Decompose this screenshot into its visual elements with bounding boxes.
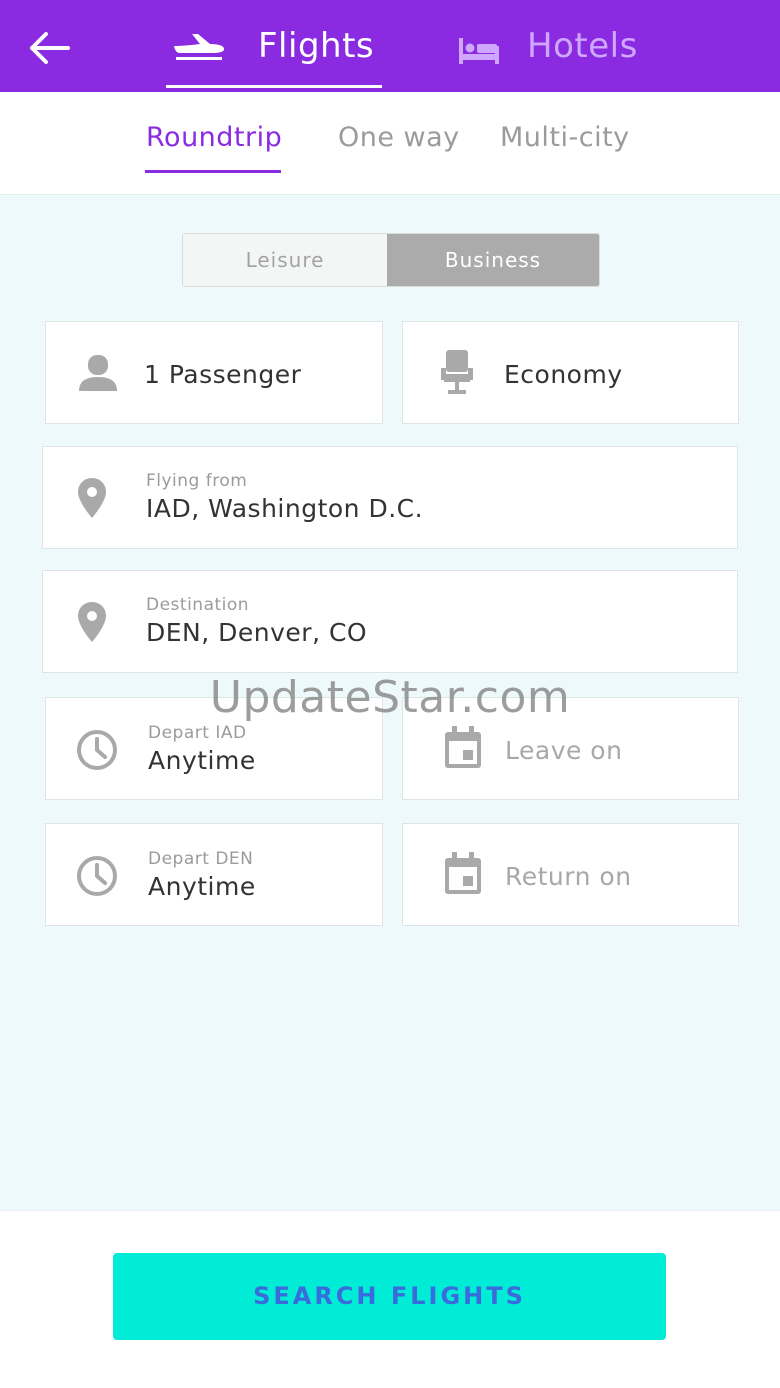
active-tab-indicator (145, 170, 281, 173)
return-on-date-field[interactable]: Return on (402, 823, 739, 926)
tab-one-way[interactable]: One way (338, 122, 460, 153)
destination-field[interactable]: Destination DEN, Denver, CO (42, 570, 738, 673)
tab-multi-city[interactable]: Multi-city (500, 122, 630, 153)
tab-hotels[interactable]: Hotels (455, 0, 655, 88)
leisure-option[interactable]: Leisure (183, 234, 387, 286)
return-on-placeholder: Return on (505, 862, 632, 891)
seat-icon (441, 350, 473, 394)
origin-value: IAD, Washington D.C. (146, 494, 424, 523)
business-option[interactable]: Business (387, 234, 599, 286)
tab-flights-label: Flights (258, 26, 375, 66)
depart-origin-label: Depart IAD (148, 723, 247, 743)
tab-hotels-label: Hotels (527, 26, 638, 66)
clock-icon (77, 730, 117, 770)
depart-destination-value: Anytime (148, 872, 256, 901)
passenger-count: 1 Passenger (144, 360, 302, 389)
clock-icon (77, 856, 117, 896)
depart-destination-time-field[interactable]: Depart DEN Anytime (45, 823, 383, 926)
location-pin-icon (78, 478, 106, 518)
bed-icon (459, 38, 499, 64)
back-button[interactable] (24, 26, 72, 70)
top-bar: Flights Hotels (0, 0, 780, 92)
tab-roundtrip[interactable]: Roundtrip (146, 122, 282, 153)
destination-value: DEN, Denver, CO (146, 618, 368, 647)
origin-label: Flying from (146, 471, 248, 491)
tab-flights[interactable]: Flights (166, 0, 382, 88)
cabin-class-selector[interactable]: Economy (402, 321, 739, 424)
search-flights-button[interactable]: SEARCH FLIGHTS (113, 1253, 666, 1340)
back-arrow-icon (30, 32, 70, 64)
calendar-icon (445, 726, 481, 768)
passenger-selector[interactable]: 1 Passenger (45, 321, 383, 424)
location-pin-icon (78, 602, 106, 642)
plane-icon (174, 34, 224, 60)
watermark: UpdateStar.com (209, 672, 571, 723)
leave-on-placeholder: Leave on (505, 736, 623, 765)
calendar-icon (445, 852, 481, 894)
cabin-class-value: Economy (504, 360, 623, 389)
origin-field[interactable]: Flying from IAD, Washington D.C. (42, 446, 738, 549)
destination-label: Destination (146, 595, 250, 615)
person-icon (79, 355, 117, 391)
depart-origin-value: Anytime (148, 746, 256, 775)
bottom-bar: SEARCH FLIGHTS (0, 1210, 780, 1388)
trip-purpose-toggle: Leisure Business (182, 233, 600, 287)
depart-destination-label: Depart DEN (148, 849, 254, 869)
trip-type-bar: Roundtrip One way Multi-city (0, 92, 780, 195)
